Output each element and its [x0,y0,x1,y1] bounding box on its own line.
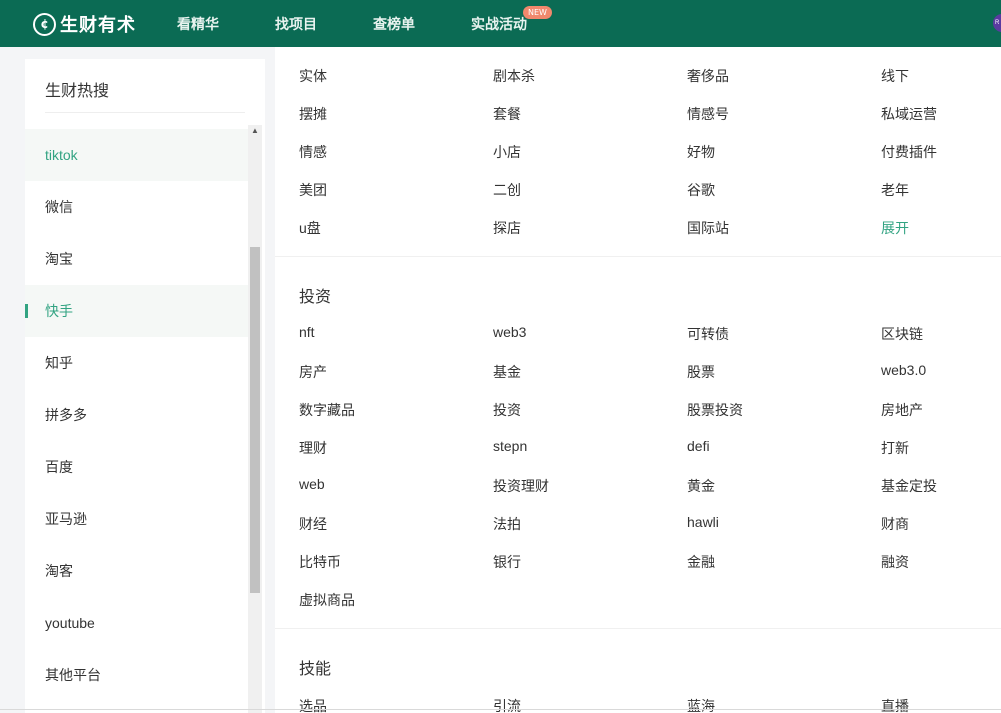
sidebar-divider [45,112,245,113]
keyword-tag[interactable]: 套餐 [493,104,521,124]
keyword-tag[interactable]: nft [299,324,315,340]
category-item-taoke[interactable]: 淘客 [25,545,248,597]
keyword-tag[interactable]: 美团 [299,180,327,200]
keyword-tag[interactable]: 财经 [299,514,327,534]
scroll-up-icon[interactable]: ▲ [251,125,259,137]
keyword-tag[interactable]: 银行 [493,552,521,572]
section-divider [275,256,1001,257]
category-item-amazon[interactable]: 亚马逊 [25,493,248,545]
keyword-tag[interactable]: 蓝海 [687,696,715,713]
keyword-tag[interactable]: 剧本杀 [493,66,535,86]
keyword-tag[interactable]: 二创 [493,180,521,200]
keyword-tag[interactable]: 好物 [687,142,715,162]
logo[interactable]: ¢ 生财有术 [33,11,136,37]
keyword-tag[interactable]: 投资理财 [493,476,549,496]
keyword-tag[interactable]: 股票投资 [687,400,743,420]
keyword-tag[interactable]: 直播 [881,696,909,713]
keyword-tag[interactable]: web3 [493,324,526,340]
keyword-tag[interactable]: 线下 [881,66,909,86]
top-nav-bar: ¢ 生财有术 看精华 找项目 查榜单 实战活动 NEW R [0,0,1001,47]
keyword-tag[interactable]: 理财 [299,438,327,458]
hot-search-sidebar: 生财热搜 tiktok 微信 淘宝 快手 知乎 拼多多 百度 亚马逊 淘客 yo… [25,59,265,713]
keyword-tag[interactable]: stepn [493,438,527,454]
keyword-tag[interactable]: 虚拟商品 [299,590,355,610]
keyword-tag[interactable]: 基金定投 [881,476,937,496]
category-item-taobao[interactable]: 淘宝 [25,233,248,285]
section-title-skills: 技能 [299,661,332,678]
category-item-youtube[interactable]: youtube [25,597,248,649]
logo-icon: ¢ [33,12,56,36]
keyword-tag[interactable]: 探店 [493,218,521,238]
keyword-tag[interactable]: 选品 [299,696,327,713]
bottom-border [0,709,1001,710]
keyword-tag[interactable]: 区块链 [881,324,923,344]
section-title-investment: 投资 [299,289,332,306]
keyword-tag[interactable]: 私域运营 [881,104,937,124]
avatar[interactable]: R [993,14,1001,32]
keyword-tag[interactable]: 国际站 [687,218,729,238]
keyword-tag[interactable]: 老年 [881,180,909,200]
category-item-other[interactable]: 其他平台 [25,649,248,701]
nav-find-projects[interactable]: 找项目 [275,14,317,34]
keyword-tag[interactable]: 比特币 [299,552,341,572]
category-list: tiktok 微信 淘宝 快手 知乎 拼多多 百度 亚马逊 淘客 youtube… [25,129,248,701]
active-indicator [25,304,28,318]
sidebar-scrollbar[interactable]: ▲ [248,125,262,713]
keyword-tag[interactable]: 房产 [299,362,327,382]
category-item-tiktok[interactable]: tiktok [25,129,248,181]
keyword-panel: 实体 剧本杀 奢侈品 线下 摆摊 套餐 情感号 私域运营 情感 小店 好物 付费… [275,47,1001,713]
section-divider [275,628,1001,629]
sidebar-title: 生财热搜 [45,83,110,100]
keyword-tag[interactable]: 财商 [881,514,909,534]
keyword-tag[interactable]: defi [687,438,710,454]
keyword-tag[interactable]: 可转债 [687,324,729,344]
keyword-tag[interactable]: 房地产 [881,400,923,420]
keyword-tag[interactable]: web3.0 [881,362,926,378]
keyword-tag[interactable]: 基金 [493,362,521,382]
nav-rankings[interactable]: 查榜单 [373,14,415,34]
category-item-zhihu[interactable]: 知乎 [25,337,248,389]
keyword-tag[interactable]: 股票 [687,362,715,382]
keyword-tag[interactable]: 融资 [881,552,909,572]
category-item-wechat[interactable]: 微信 [25,181,248,233]
keyword-tag[interactable]: 黄金 [687,476,715,496]
keyword-tag[interactable]: 情感号 [687,104,729,124]
nav-highlights[interactable]: 看精华 [177,14,219,34]
scroll-thumb[interactable] [250,247,260,593]
category-item-kuaishou[interactable]: 快手 [25,285,248,337]
keyword-tag[interactable]: 摆摊 [299,104,327,124]
keyword-tag[interactable]: 投资 [493,400,521,420]
keyword-tag[interactable]: 奢侈品 [687,66,729,86]
keyword-tag[interactable]: 实体 [299,66,327,86]
expand-link[interactable]: 展开 [881,218,909,238]
keyword-tag[interactable]: 数字藏品 [299,400,355,420]
keyword-tag[interactable]: web [299,476,325,492]
category-item-pinduoduo[interactable]: 拼多多 [25,389,248,441]
logo-text: 生财有术 [60,15,136,35]
keyword-tag[interactable]: u盘 [299,218,321,238]
keyword-tag[interactable]: 小店 [493,142,521,162]
nav-events[interactable]: 实战活动 [471,14,527,34]
category-item-baidu[interactable]: 百度 [25,441,248,493]
keyword-tag[interactable]: 法拍 [493,514,521,534]
category-label: 快手 [45,303,73,319]
keyword-tag[interactable]: 谷歌 [687,180,715,200]
keyword-tag[interactable]: 引流 [493,696,521,713]
keyword-tag[interactable]: 情感 [299,142,327,162]
keyword-tag[interactable]: hawli [687,514,719,530]
keyword-tag[interactable]: 打新 [881,438,909,458]
keyword-tag[interactable]: 付费插件 [881,142,937,162]
keyword-tag[interactable]: 金融 [687,552,715,572]
new-badge: NEW [523,6,552,19]
